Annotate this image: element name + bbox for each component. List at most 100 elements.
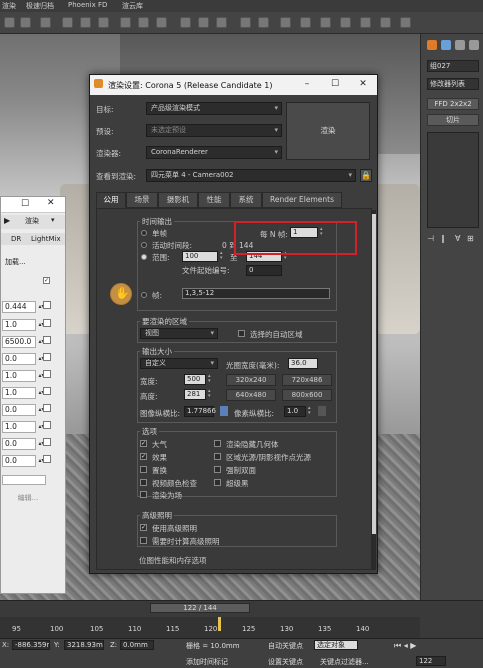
render-frame-icon[interactable] <box>340 17 351 28</box>
preset-size-button[interactable]: 720x486 <box>282 374 332 386</box>
show-end-result-icon[interactable]: ‖ <box>441 234 445 243</box>
time-ruler[interactable]: 95 100 105 110 115 120 125 130 135 140 <box>0 617 420 639</box>
object-name-field[interactable]: 组027 <box>427 60 479 72</box>
align-icon[interactable] <box>258 17 269 28</box>
value-checkbox[interactable] <box>43 336 51 344</box>
link-icon[interactable] <box>4 17 15 28</box>
file-start-field[interactable]: 0 <box>246 265 282 276</box>
bind-icon[interactable] <box>40 17 51 28</box>
lock-aspect-icon[interactable] <box>220 406 228 416</box>
preset-dropdown[interactable]: 未选定预设 ▾ <box>146 124 282 137</box>
material-editor-icon[interactable] <box>300 17 311 28</box>
target-dropdown[interactable]: 产品级渲染模式 ▾ <box>146 102 282 115</box>
select-by-name-icon[interactable] <box>80 17 91 28</box>
play-controls-icon[interactable]: ⏮ ◂ ▶ <box>394 641 416 651</box>
snap-icon[interactable] <box>180 17 191 28</box>
load-button[interactable]: 加载... <box>5 257 33 269</box>
super-black-checkbox[interactable] <box>214 479 221 486</box>
height-spinner[interactable]: ▴ ▾ <box>208 389 213 400</box>
tab-system[interactable]: 系统 <box>230 192 262 208</box>
close-icon[interactable]: ✕ <box>47 198 55 208</box>
tab-camera[interactable]: 摄影机 <box>158 192 198 208</box>
value-checkbox[interactable] <box>43 301 51 309</box>
color-swatch[interactable] <box>2 475 46 485</box>
preset-size-button[interactable]: 640x480 <box>226 389 276 401</box>
tab-scene[interactable]: 场景 <box>126 192 158 208</box>
mirror-icon[interactable] <box>240 17 251 28</box>
value-field[interactable]: 6500.0 <box>2 336 36 348</box>
tab-common[interactable]: 公用 <box>96 192 126 208</box>
width-field[interactable]: 500 <box>184 374 206 385</box>
tab-render-elements[interactable]: Render Elements <box>262 192 342 208</box>
height-field[interactable]: 281 <box>184 389 206 400</box>
pixel-aspect-spinner[interactable]: ▴ ▾ <box>308 406 313 417</box>
value-field[interactable]: 0.444 <box>2 301 36 313</box>
panel-scrollbar[interactable] <box>372 210 376 570</box>
minimize-icon[interactable]: ☐ <box>21 199 29 209</box>
tab-dr[interactable]: DR <box>11 235 21 243</box>
edit-button[interactable]: 编辑... <box>13 493 43 503</box>
tab-performance[interactable]: 性能 <box>198 192 230 208</box>
atmospherics-checkbox[interactable]: ✓ <box>140 440 147 447</box>
set-key-button[interactable]: 设置关键点 <box>268 657 303 667</box>
value-field[interactable]: 1.0 <box>2 387 36 399</box>
lock-icon[interactable]: 🔒 <box>360 169 372 182</box>
render-button[interactable]: 渲染 <box>25 216 39 226</box>
select-icon[interactable] <box>62 17 73 28</box>
unlink-icon[interactable] <box>20 17 31 28</box>
tab-lightmix[interactable]: LightMix <box>31 235 61 243</box>
menu-item-render[interactable]: 渲染 <box>2 1 16 11</box>
minimize-icon[interactable]: – <box>300 78 314 90</box>
aperture-field[interactable]: 36.0 <box>288 358 318 369</box>
angle-snap-icon[interactable] <box>198 17 209 28</box>
value-checkbox[interactable] <box>43 404 51 412</box>
ffd-button[interactable]: FFD 2x2x2 <box>427 98 479 110</box>
render-hidden-checkbox[interactable] <box>214 440 221 447</box>
corona-icon[interactable] <box>400 17 411 28</box>
video-color-check-checkbox[interactable] <box>140 479 147 486</box>
compute-advanced-lighting-checkbox[interactable] <box>140 537 147 544</box>
lock-pixel-aspect-icon[interactable] <box>318 406 326 416</box>
view-to-render-dropdown[interactable]: 四元菜单 4 - Camera002 ▾ <box>146 169 356 182</box>
time-slider[interactable]: 122 / 144 <box>150 603 250 613</box>
value-checkbox[interactable] <box>43 319 51 327</box>
region-select-icon[interactable] <box>98 17 109 28</box>
effects-checkbox[interactable]: ✓ <box>140 453 147 460</box>
selection-set-dropdown[interactable]: 选定对象 <box>314 640 358 650</box>
pin-stack-icon[interactable]: ⊣ <box>427 234 434 243</box>
value-checkbox[interactable] <box>43 438 51 446</box>
modifier-stack[interactable] <box>427 132 479 228</box>
remove-modifier-icon[interactable]: ⊞ <box>467 234 474 243</box>
y-coordinate-field[interactable]: 3218.93m <box>64 640 104 650</box>
value-field[interactable]: 0.0 <box>2 353 36 365</box>
teapot-icon[interactable] <box>380 17 391 28</box>
area-dropdown[interactable]: 视图 ▾ <box>140 328 218 339</box>
menu-item-phoenix[interactable]: Phoenix FD <box>68 1 107 9</box>
range-radio[interactable] <box>141 254 147 260</box>
chevron-down-icon[interactable]: ▾ <box>51 216 55 224</box>
create-tab-icon[interactable] <box>427 40 437 50</box>
motion-tab-icon[interactable] <box>469 40 479 50</box>
image-aspect-field[interactable]: 1.77866 <box>184 406 216 417</box>
value-field[interactable]: 0.0 <box>2 438 36 450</box>
render-button[interactable]: 渲染 <box>286 102 370 160</box>
frames-field[interactable]: 1,3,5-12 <box>182 288 330 299</box>
z-coordinate-field[interactable]: 0.0mm <box>120 640 154 650</box>
active-segment-radio[interactable] <box>141 242 147 248</box>
auto-region-checkbox[interactable] <box>238 330 245 337</box>
pixel-aspect-field[interactable]: 1.0 <box>284 406 306 417</box>
range-from-field[interactable]: 100 <box>182 251 218 262</box>
render-icon[interactable] <box>360 17 371 28</box>
render-setup-icon[interactable] <box>320 17 331 28</box>
renderer-dropdown[interactable]: CoronaRenderer ▾ <box>146 146 282 159</box>
output-size-dropdown[interactable]: 自定义 ▾ <box>140 358 218 369</box>
value-field[interactable]: 1.0 <box>2 319 36 331</box>
menu-item-archive[interactable]: 极速归档 <box>26 1 54 11</box>
range-from-spinner[interactable]: ▴ ▾ <box>220 251 225 262</box>
add-time-tag-button[interactable]: 添加时间标记 <box>186 657 228 667</box>
scrollbar-thumb[interactable] <box>372 214 376 534</box>
area-lights-checkbox[interactable] <box>214 453 221 460</box>
hierarchy-tab-icon[interactable] <box>455 40 465 50</box>
rotate-icon[interactable] <box>138 17 149 28</box>
value-checkbox[interactable] <box>43 353 51 361</box>
